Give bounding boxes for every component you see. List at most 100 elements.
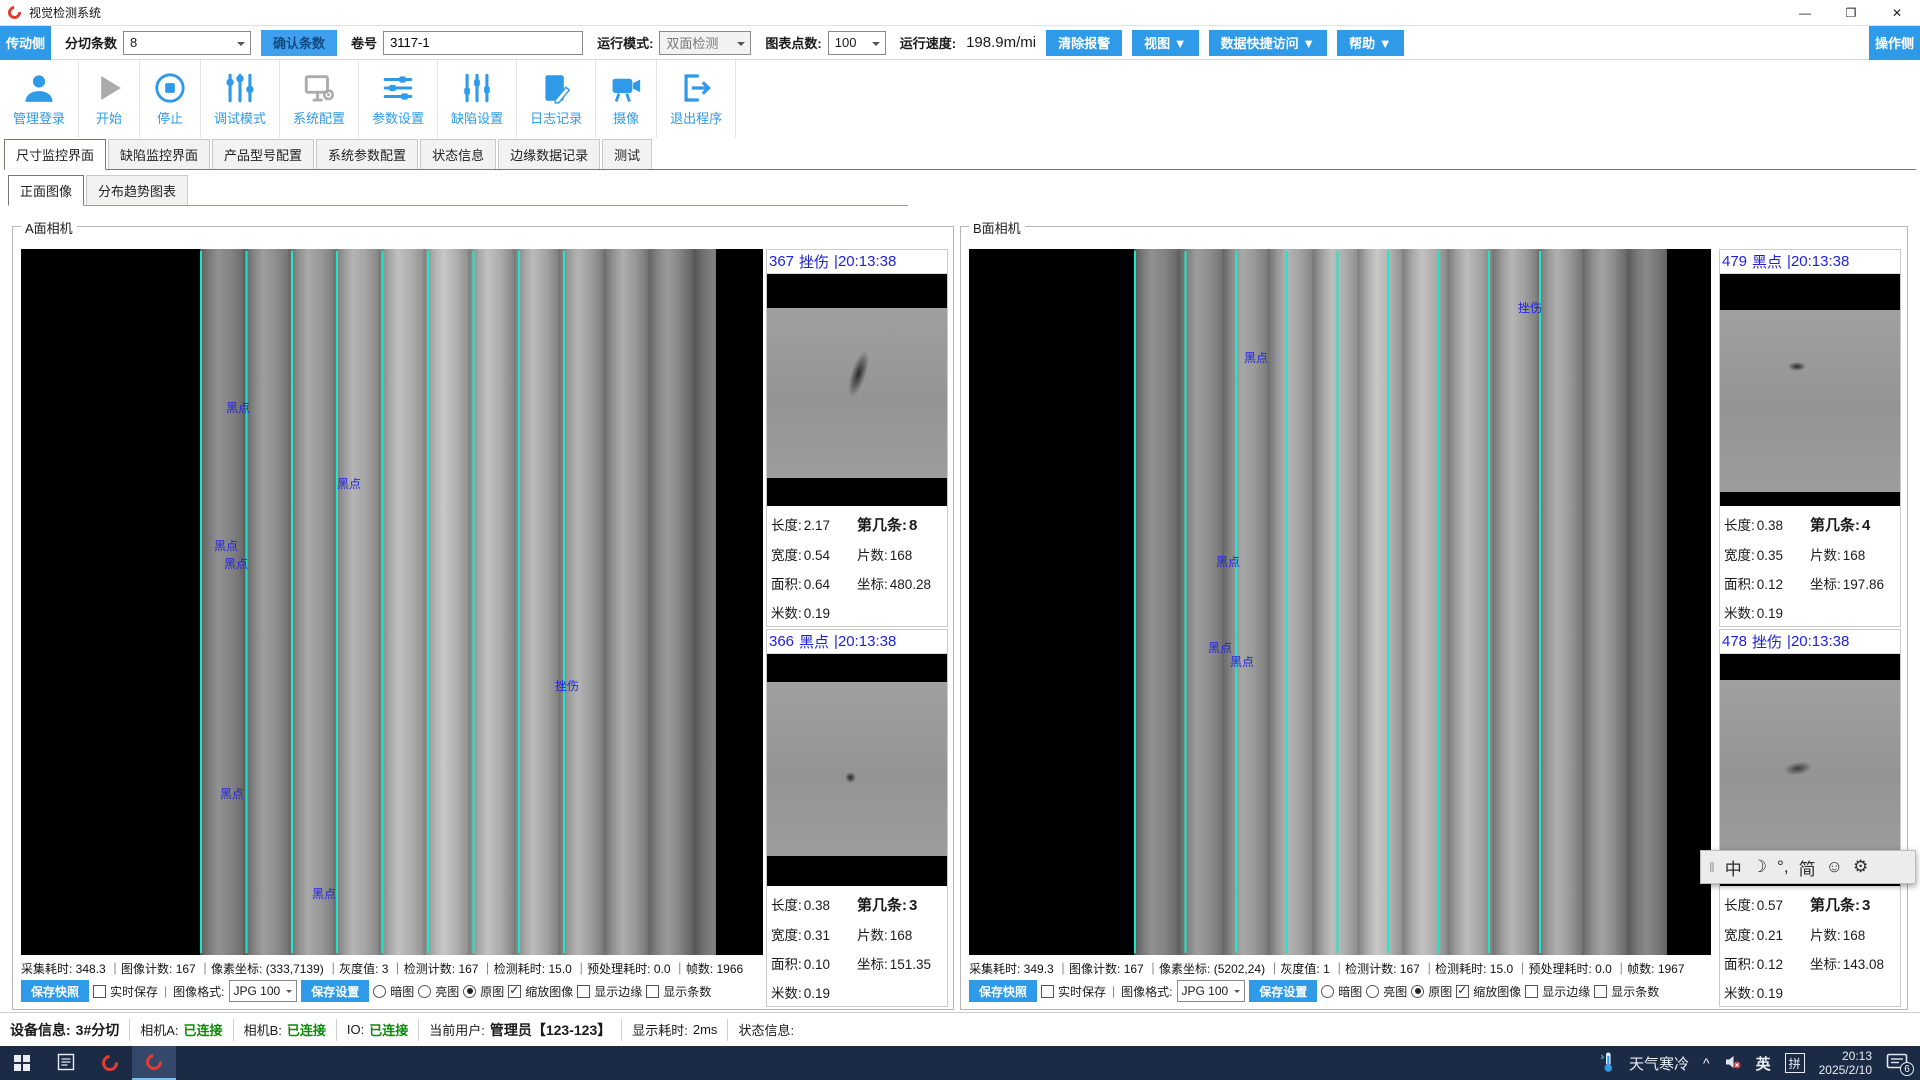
- defect-thumbnail[interactable]: [1720, 274, 1900, 506]
- save-settings-button[interactable]: 保存设置: [1249, 980, 1317, 1002]
- thermometer-icon: [1600, 1051, 1615, 1076]
- restore-button[interactable]: ❐: [1828, 0, 1874, 25]
- save-settings-button[interactable]: 保存设置: [301, 980, 369, 1002]
- clock[interactable]: 20:13 2025/2/10: [1819, 1049, 1872, 1077]
- drag-handle-icon[interactable]: ‖: [1709, 859, 1715, 875]
- action-center-button[interactable]: 6: [1886, 1053, 1910, 1073]
- stat-width: 宽度:0.31: [771, 924, 857, 944]
- admin-login-button[interactable]: 管理登录: [0, 60, 79, 138]
- stat-area: 面积:0.12: [1724, 953, 1810, 973]
- show-strips-checkbox[interactable]: [1594, 985, 1607, 998]
- save-snapshot-button[interactable]: 保存快照: [969, 980, 1037, 1002]
- ime-mode-chinese[interactable]: 中: [1725, 855, 1742, 880]
- zoom-image-checkbox[interactable]: [508, 985, 521, 998]
- defect-id: 478: [1722, 633, 1747, 650]
- simplified-charset[interactable]: 简: [1799, 855, 1816, 880]
- tab-defect-monitor[interactable]: 缺陷监控界面: [108, 139, 210, 169]
- defect-overlay-label: 黑点: [312, 885, 336, 902]
- tab-product-model[interactable]: 产品型号配置: [212, 139, 314, 169]
- start-button[interactable]: [0, 1046, 44, 1080]
- play-icon: [92, 71, 126, 105]
- language-indicator[interactable]: 英: [1756, 1053, 1771, 1074]
- operator-side-button[interactable]: 操作侧: [1869, 26, 1920, 60]
- minimize-button[interactable]: —: [1782, 0, 1828, 25]
- tray-overflow-chevron[interactable]: ^: [1703, 1055, 1710, 1071]
- zoom-image-checkbox[interactable]: [1456, 985, 1469, 998]
- ime-indicator[interactable]: 拼: [1785, 1053, 1805, 1073]
- show-strips-checkbox[interactable]: [646, 985, 659, 998]
- pinned-app-button[interactable]: [88, 1046, 132, 1080]
- camera-a-controls: 保存快照 实时保存 | 图像格式: JPG 100 保存设置 暗图 亮图 原图 …: [21, 980, 763, 1002]
- camera-b-connection: 相机B: 已连接: [234, 1019, 337, 1041]
- realtime-save-checkbox[interactable]: [93, 985, 106, 998]
- close-button[interactable]: ✕: [1874, 0, 1920, 25]
- stop-button[interactable]: 停止: [140, 60, 201, 138]
- defect-overlay-label: 黑点: [1230, 653, 1254, 670]
- original-image-radio[interactable]: [463, 985, 476, 998]
- show-edge-checkbox[interactable]: [1525, 985, 1538, 998]
- tab-trend-chart[interactable]: 分布趋势图表: [86, 175, 188, 205]
- stat-coord: 坐标:143.08: [1810, 953, 1896, 973]
- data-quick-access-button[interactable]: 数据快捷访问 ▼: [1209, 30, 1327, 56]
- strip-count-select[interactable]: 8: [123, 31, 251, 55]
- defect-overlay-label: 黑点: [337, 475, 361, 492]
- clear-alarm-button[interactable]: 清除报警: [1046, 30, 1122, 56]
- moon-icon[interactable]: ☽: [1752, 857, 1767, 877]
- tab-size-monitor[interactable]: 尺寸监控界面: [4, 139, 106, 170]
- camera-a-image[interactable]: 黑点 黑点 黑点 黑点 挫伤 黑点 黑点: [21, 249, 763, 955]
- horizontal-sliders-icon: [381, 71, 415, 105]
- defect-card: 367 挫伤 |20:13:38 长度:2.17 第几条:8 宽度:0.54 片…: [766, 249, 948, 627]
- show-edge-checkbox[interactable]: [577, 985, 590, 998]
- help-menu-button[interactable]: 帮助 ▼: [1337, 30, 1403, 56]
- log-record-button[interactable]: 日志记录: [517, 60, 596, 138]
- camera-b-defect-panel: 479 黑点 |20:13:38 长度:0.38 第几条:4 宽度:0.35 片…: [1719, 249, 1903, 1005]
- weather-text[interactable]: 天气寒冷: [1629, 1053, 1689, 1074]
- tab-front-image[interactable]: 正面图像: [8, 175, 84, 206]
- bright-image-radio[interactable]: [418, 985, 431, 998]
- speaker-muted-icon[interactable]: [1724, 1054, 1742, 1073]
- tab-status-info[interactable]: 状态信息: [420, 139, 496, 169]
- stat-coord: 坐标:151.35: [857, 953, 943, 973]
- tab-system-params[interactable]: 系统参数配置: [316, 139, 418, 169]
- ime-settings-gear-icon[interactable]: ⚙: [1853, 857, 1868, 877]
- dark-image-radio[interactable]: [1321, 985, 1334, 998]
- capture-button[interactable]: 摄像: [596, 60, 657, 138]
- defect-type: 黑点: [799, 631, 829, 652]
- user-icon: [22, 71, 56, 105]
- confirm-count-button[interactable]: 确认条数: [261, 30, 337, 56]
- task-view-button[interactable]: [44, 1046, 88, 1080]
- debug-mode-button[interactable]: 调试模式: [201, 60, 280, 138]
- defect-overlay-label: 黑点: [214, 537, 238, 554]
- camera-b-image[interactable]: 黑点 挫伤 黑点 黑点 黑点: [969, 249, 1711, 955]
- start-button[interactable]: 开始: [79, 60, 140, 138]
- realtime-save-checkbox[interactable]: [1041, 985, 1054, 998]
- tab-test[interactable]: 测试: [602, 139, 652, 169]
- punctuation-icon[interactable]: °,: [1777, 857, 1789, 877]
- exit-program-button[interactable]: 退出程序: [657, 60, 736, 138]
- chart-points-select[interactable]: 100: [828, 31, 886, 55]
- defect-settings-button[interactable]: 缺陷设置: [438, 60, 517, 138]
- tab-edge-data[interactable]: 边缘数据记录: [498, 139, 600, 169]
- system-config-button[interactable]: 系统配置: [280, 60, 359, 138]
- camera-icon: [609, 71, 643, 105]
- bright-image-radio[interactable]: [1366, 985, 1379, 998]
- image-format-select[interactable]: JPG 100: [229, 980, 298, 1002]
- roll-number-input[interactable]: [383, 31, 583, 55]
- defect-thumbnail[interactable]: [767, 274, 947, 506]
- emoji-icon[interactable]: ☺: [1826, 857, 1843, 877]
- run-mode-select[interactable]: 双面检测: [659, 31, 751, 55]
- zoom-image-label: 缩放图像: [525, 983, 573, 1000]
- defect-thumbnail[interactable]: [767, 654, 947, 886]
- running-app-button[interactable]: [132, 1046, 176, 1080]
- notification-badge: 6: [1900, 1062, 1914, 1076]
- parameter-settings-button[interactable]: 参数设置: [359, 60, 438, 138]
- dark-image-radio[interactable]: [373, 985, 386, 998]
- zoom-image-label: 缩放图像: [1473, 983, 1521, 1000]
- original-image-radio[interactable]: [1411, 985, 1424, 998]
- save-snapshot-button[interactable]: 保存快照: [21, 980, 89, 1002]
- clock-time: 20:13: [1819, 1049, 1872, 1063]
- view-menu-button[interactable]: 视图 ▼: [1132, 30, 1198, 56]
- image-format-select[interactable]: JPG 100: [1177, 980, 1246, 1002]
- drive-side-button[interactable]: 传动侧: [0, 26, 51, 60]
- defect-id: 366: [769, 633, 794, 650]
